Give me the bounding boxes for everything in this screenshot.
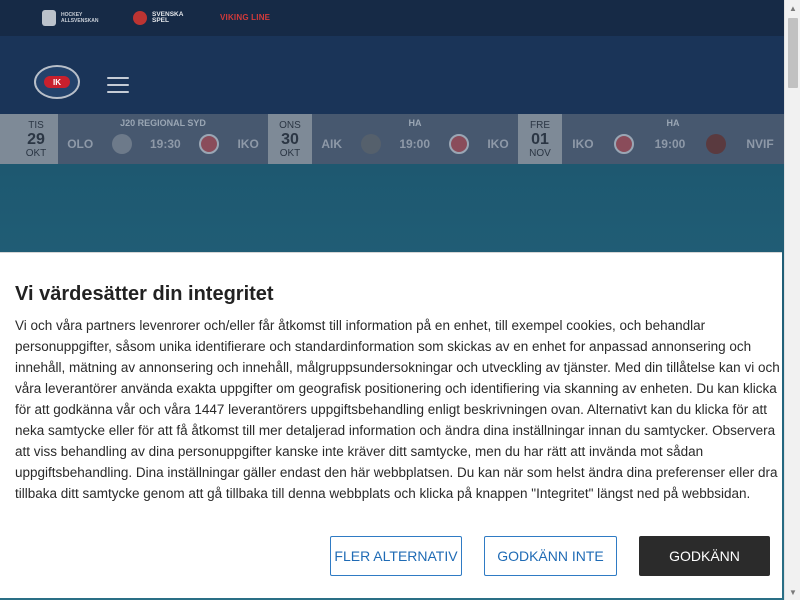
game-card[interactable]: HA IKO 19:00 NVIF: [562, 114, 784, 164]
game-league: J20 REGIONAL SYD: [120, 118, 206, 128]
game-dow: FRE: [530, 119, 550, 131]
game-day: 29: [27, 130, 45, 148]
game-card[interactable]: HA AIK 19:00 IKO: [312, 114, 518, 164]
game-league: HA: [408, 118, 422, 128]
game-time: 19:00: [399, 137, 431, 151]
consent-title: Vi värdesätter din integritet: [15, 283, 274, 305]
sponsor-vikingline[interactable]: VIKING LINE: [220, 13, 271, 22]
game-time: 19:30: [149, 137, 181, 151]
reject-button[interactable]: GODKÄNN INTE: [484, 536, 617, 576]
consent-dialog: Vi värdesätter din integritet Vi och vår…: [0, 252, 782, 598]
sponsor-svenskaspel[interactable]: SVENSKA SPEL: [133, 11, 188, 25]
scrollbar[interactable]: ▲ ▼: [784, 0, 800, 600]
game-away-team: IKO: [487, 137, 509, 151]
game-row: IKO 19:00 NVIF: [562, 134, 784, 154]
scrollbar-thumb[interactable]: [788, 18, 798, 88]
game-time: 19:00: [654, 137, 686, 151]
sponsor-bar: HOCKEY ALLSVENSKAN SVENSKA SPEL VIKING L…: [0, 0, 784, 36]
game-home-team: OLO: [67, 137, 94, 151]
game-date: FRE 01 NOV: [518, 114, 562, 164]
game-dow: ONS: [279, 119, 301, 131]
sponsor-hockeyallsvenskan[interactable]: HOCKEY ALLSVENSKAN: [42, 10, 101, 26]
game-month: NOV: [529, 147, 551, 159]
game-card[interactable]: J20 REGIONAL SYD OLO 19:30 IKO: [58, 114, 268, 164]
accept-button[interactable]: GODKÄNN: [639, 536, 770, 576]
iko-logo-icon: [199, 134, 220, 154]
scroll-up-icon[interactable]: ▲: [785, 0, 800, 16]
game-home-team: IKO: [572, 137, 594, 151]
game-date-spacer: [0, 114, 14, 164]
page: HOCKEY ALLSVENSKAN SVENSKA SPEL VIKING L…: [0, 0, 784, 600]
iko-logo-icon: [448, 134, 469, 154]
game-month: OKT: [279, 147, 301, 159]
game-month: OKT: [25, 147, 47, 159]
more-options-button[interactable]: FLER ALTERNATIV: [330, 536, 462, 576]
game-day: 30: [281, 130, 299, 148]
game-league: HA: [666, 118, 680, 128]
game-dow: TIS: [28, 119, 44, 131]
game-home-team: AIK: [321, 137, 342, 151]
game-row: OLO 19:30 IKO: [58, 134, 268, 154]
aik-logo-icon: [360, 134, 381, 154]
club-logo[interactable]: IK: [34, 65, 80, 99]
sponsor-vikingline-label: VIKING LINE: [220, 13, 271, 22]
scroll-down-icon[interactable]: ▼: [785, 584, 800, 600]
sponsor-hockeyallsvenskan-label: HOCKEY ALLSVENSKAN: [61, 12, 99, 24]
game-day: 01: [531, 130, 549, 148]
iko-logo-icon: [614, 134, 635, 154]
game-date: TIS 29 OKT: [14, 114, 58, 164]
site-header: IK: [0, 36, 784, 114]
games-strip: TIS 29 OKT J20 REGIONAL SYD OLO 19:30 IK…: [0, 114, 784, 164]
club-logo-badge: IK: [44, 76, 70, 88]
game-row: AIK 19:00 IKO: [312, 134, 518, 154]
game-date: ONS 30 OKT: [268, 114, 312, 164]
nvif-logo-icon: [705, 134, 726, 154]
hockeyallsvenskan-logo-icon: [42, 10, 56, 26]
sponsor-svenskaspel-label: SVENSKA SPEL: [152, 11, 184, 24]
olo-logo-icon: [111, 134, 132, 154]
game-away-team: NVIF: [746, 137, 774, 151]
svenskaspel-logo-icon: [133, 11, 147, 25]
consent-body: Vi och våra partners levenrorer och/elle…: [15, 318, 780, 501]
hamburger-icon[interactable]: [107, 77, 129, 93]
game-away-team: IKO: [237, 137, 259, 151]
